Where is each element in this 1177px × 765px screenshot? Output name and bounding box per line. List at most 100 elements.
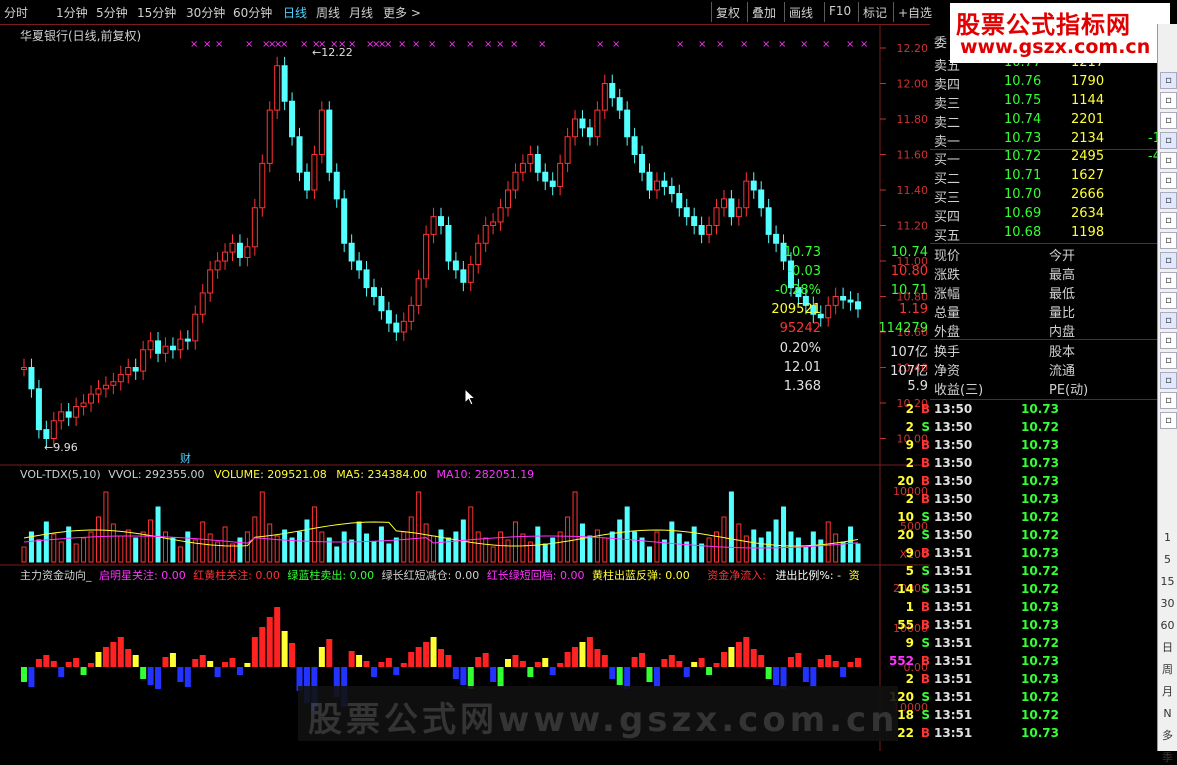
fund-flow-bar <box>393 667 400 675</box>
candle-body <box>758 189 765 209</box>
volume-bar <box>594 529 600 563</box>
candle-body <box>438 216 444 226</box>
candle-body <box>691 216 698 226</box>
sidebar-period-5[interactable]: 日 <box>1160 640 1175 655</box>
candle-body <box>646 171 653 191</box>
volume-bar <box>43 521 49 563</box>
sidebar-period-0[interactable]: 1 <box>1160 530 1175 545</box>
volume-bar <box>289 537 295 563</box>
ind-e: 红长绿短回档: 0.00 <box>486 569 585 582</box>
ind-name: 主力资金动向_ <box>20 569 92 582</box>
ind-i: 资 <box>848 569 860 582</box>
candle-body <box>58 411 65 422</box>
fund-flow-bar <box>706 667 713 675</box>
grid-icon[interactable]: ▫ <box>1160 72 1177 89</box>
fund-flow-bar <box>65 662 72 667</box>
orderbook-divider <box>930 149 1158 150</box>
tick-price: 10.73 <box>1021 726 1059 740</box>
sidebar-period-7[interactable]: 月 <box>1160 684 1175 699</box>
signal-marker: × <box>280 39 288 50</box>
tick-time: 13:51 <box>934 636 973 650</box>
volume-bar <box>795 537 801 563</box>
sidebar-period-1[interactable]: 5 <box>1160 552 1175 567</box>
sidebar-period-3[interactable]: 30 <box>1160 596 1175 611</box>
fund-flow-bar <box>50 661 57 667</box>
buy-price: 10.72 <box>1004 149 1042 164</box>
volume-bar <box>148 519 154 563</box>
star-icon[interactable]: ▫ <box>1160 372 1177 389</box>
chart-icon[interactable]: ▫ <box>1160 92 1177 109</box>
tick-time: 13:50 <box>934 528 973 542</box>
sell-price: 10.76 <box>1004 74 1042 89</box>
kline-chart[interactable]: 12.2012.0011.8011.6011.4011.2011.0010.80… <box>0 0 930 751</box>
tick-price: 10.73 <box>1021 474 1059 488</box>
layers-icon[interactable]: ▫ <box>1160 212 1177 229</box>
candle-body <box>430 216 437 235</box>
globe-icon[interactable]: ▫ <box>1160 272 1177 289</box>
candle-body <box>527 154 534 164</box>
volume-bar <box>728 491 734 563</box>
text-icon[interactable]: ▫ <box>1160 292 1177 309</box>
fund-flow-bar <box>490 667 497 682</box>
fund-flow-bar <box>758 655 765 667</box>
fund-flow-bar <box>102 647 109 667</box>
candle-body <box>65 411 72 418</box>
sidebar-period-4[interactable]: 60 <box>1160 618 1175 633</box>
sidebar-period-8[interactable]: N <box>1160 706 1175 721</box>
fund-flow-bar <box>281 631 288 667</box>
arrow-icon[interactable]: ▫ <box>1160 312 1177 329</box>
candle-body <box>460 269 467 283</box>
buy-price: 10.68 <box>1004 225 1042 240</box>
candle-body <box>266 109 273 164</box>
candle-body <box>519 162 526 173</box>
sell-label: 卖三 <box>934 97 961 112</box>
wave-icon[interactable]: ▫ <box>1160 412 1177 429</box>
candle-body <box>579 118 586 129</box>
list-icon[interactable]: ▫ <box>1160 152 1177 169</box>
ticks-divider <box>930 399 1158 400</box>
stat-value: 0.20% <box>779 341 821 356</box>
fund-flow-bar <box>527 667 534 677</box>
move-icon[interactable]: ▫ <box>1160 352 1177 369</box>
tick-time: 13:50 <box>934 438 973 452</box>
fund-flow-bar <box>668 655 675 667</box>
doc-icon[interactable]: ▫ <box>1160 172 1177 189</box>
sidebar-period-2[interactable]: 15 <box>1160 574 1175 589</box>
fiz-icon[interactable]: ▫ <box>1160 252 1177 269</box>
tick-side: S <box>921 690 930 704</box>
sidebar-period-10[interactable]: 季 <box>1160 750 1175 765</box>
volume-bar <box>36 539 42 563</box>
candle-body <box>378 296 385 312</box>
fund-flow-bar <box>35 659 42 667</box>
fund-flow-bar <box>214 667 221 677</box>
sidebar-period-6[interactable]: 周 <box>1160 662 1175 677</box>
volume-bar <box>617 519 623 563</box>
signal-marker: × <box>740 39 748 50</box>
stat-value: 95242 <box>779 321 821 336</box>
tick-volume: 22 <box>897 726 914 740</box>
rs-icon[interactable]: ▫ <box>1160 332 1177 349</box>
info-icon[interactable]: ▫ <box>1160 232 1177 249</box>
fund-flow-bar <box>370 667 377 677</box>
volume-bar <box>624 506 630 563</box>
sidebar-period-9[interactable]: 多 <box>1160 728 1175 743</box>
signal-marker: × <box>215 39 223 50</box>
f10-icon[interactable]: ▫ <box>1160 192 1177 209</box>
stat-label: 现价 <box>934 249 961 264</box>
fund-flow-bar <box>363 661 370 667</box>
line-icon[interactable]: ▫ <box>1160 132 1177 149</box>
tick-price: 10.72 <box>1021 510 1059 524</box>
candle-body <box>549 180 556 187</box>
fund-flow-bar <box>825 655 832 667</box>
fund-flow-bar <box>408 652 415 667</box>
tick-price: 10.72 <box>1021 528 1059 542</box>
table-icon[interactable]: ▫ <box>1160 112 1177 129</box>
fund-flow-bar <box>251 637 258 667</box>
f5-icon[interactable]: ▫ <box>1160 392 1177 409</box>
fund-flow-bar <box>259 627 266 667</box>
tick-price: 10.73 <box>1021 672 1059 686</box>
fund-flow-bar <box>207 661 214 667</box>
fund-flow-bar <box>773 667 780 685</box>
volume-bar <box>95 516 101 563</box>
candle-body <box>482 225 489 244</box>
